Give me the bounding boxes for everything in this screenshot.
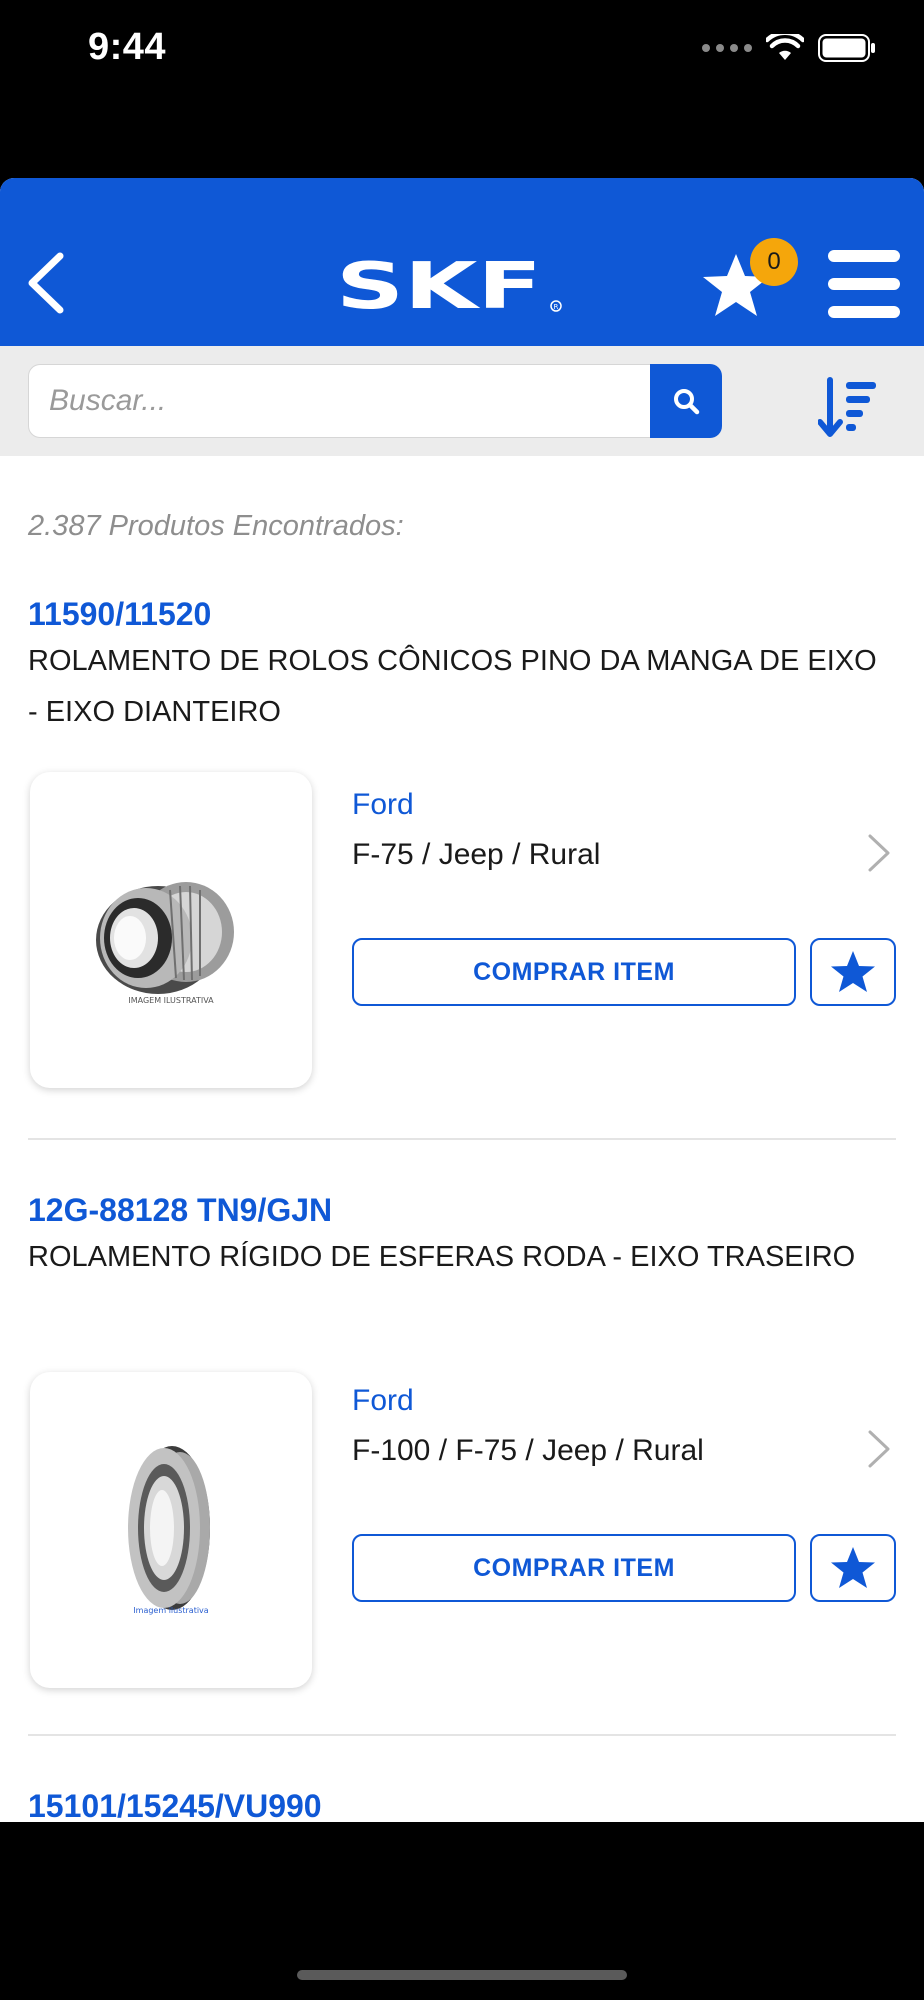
search-input[interactable] [28,364,652,438]
sort-button[interactable] [817,376,884,440]
star-icon [831,951,875,992]
product-image[interactable]: Imagem ilustrativa [30,1372,312,1688]
buy-item-button[interactable]: COMPRAR ITEM [352,938,796,1006]
app-screen: SKF R 0 Buscar... 2.387 Produtos Encontr… [0,178,924,1822]
product-description: ROLAMENTO DE ROLOS CÔNICOS PINO DA MANGA… [28,645,877,728]
product-models: F-100 / F-75 / Jeep / Rural [352,1434,704,1467]
search-button[interactable] [650,364,722,438]
bearing-image [128,1446,210,1610]
hamburger-icon-bar [828,278,900,290]
divider [28,1734,896,1736]
image-caption: Imagem ilustrativa [133,1606,209,1615]
battery-icon [818,34,875,62]
status-bar: 9:44 [0,0,924,100]
home-indicator[interactable] [297,1970,627,1980]
product-brand: Ford [352,1384,414,1417]
product-image[interactable]: IMAGEM ILUSTRATIVA [30,772,312,1088]
status-time: 9:44 [88,26,167,68]
back-button[interactable] [22,248,72,318]
svg-text:SKF: SKF [336,256,542,316]
favorites-count-badge: 0 [750,238,798,286]
status-icons [702,34,876,62]
add-favorite-button[interactable] [810,938,896,1006]
results-count: 2.387 Produtos Encontrados: [28,510,404,542]
menu-button[interactable] [828,250,900,318]
skf-logo: SKF R [336,256,562,316]
sort-icon [817,377,876,437]
image-caption: IMAGEM ILUSTRATIVA [128,996,214,1005]
add-favorite-button[interactable] [810,1534,896,1602]
signal-icon [702,44,752,52]
hamburger-icon-bar [828,306,900,318]
product-models: F-75 / Jeep / Rural [352,838,601,871]
product-code[interactable]: 15101/15245/VU990 [28,1788,322,1822]
product-code[interactable]: 11590/11520 [28,596,211,633]
product-description: ROLAMENTO RÍGIDO DE ESFERAS RODA - EIXO … [28,1241,856,1273]
search-icon [674,389,700,415]
chevron-right-icon[interactable] [866,1428,892,1470]
star-icon [831,1547,875,1588]
hamburger-icon-bar [828,250,900,262]
buy-item-button[interactable]: COMPRAR ITEM [352,1534,796,1602]
svg-text:R: R [554,303,559,311]
app-header: SKF R 0 [0,178,924,346]
chevron-left-icon [28,252,64,314]
product-brand: Ford [352,788,414,821]
bearing-image [96,882,234,994]
search-bar [0,346,924,456]
wifi-icon [766,34,804,60]
product-code[interactable]: 12G-88128 TN9/GJN [28,1192,332,1229]
chevron-right-icon[interactable] [866,832,892,874]
divider [28,1138,896,1140]
